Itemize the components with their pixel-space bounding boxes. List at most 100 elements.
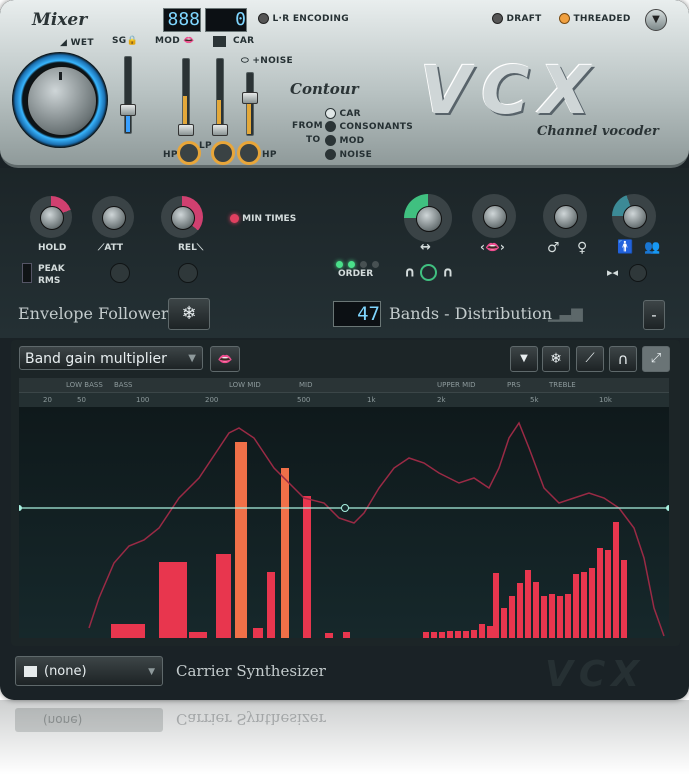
band-bar[interactable] — [509, 596, 515, 638]
band-gain-dropdown[interactable]: Band gain multiplier ▼ — [19, 346, 203, 370]
graph-menu-button[interactable]: ▼ — [510, 346, 538, 372]
band-bar[interactable] — [517, 583, 523, 638]
att-knob-cap — [102, 206, 126, 230]
band-bar[interactable] — [573, 574, 579, 638]
envelope-tool-icon[interactable]: ⟋ — [576, 346, 604, 372]
hp-label: HP — [163, 150, 178, 160]
gain-point-right[interactable] — [666, 505, 669, 511]
band-bar[interactable] — [189, 632, 207, 638]
contour-title: Contour — [290, 80, 359, 98]
vcx-logo: VCX — [420, 52, 601, 129]
draft-led — [492, 13, 503, 24]
band-bar[interactable] — [487, 626, 493, 638]
band-bar[interactable] — [525, 570, 531, 638]
band-bar[interactable] — [589, 568, 595, 638]
contour-mod-option[interactable]: MOD — [325, 135, 364, 146]
band-bar[interactable] — [597, 548, 603, 638]
band-bar[interactable] — [253, 628, 263, 638]
width-knob[interactable] — [629, 264, 647, 282]
band-bar[interactable] — [581, 572, 587, 638]
envelope-title: Envelope Follower — [18, 304, 169, 323]
hp2-knob[interactable] — [237, 141, 261, 165]
noise-label: ⬭ +NOISE — [241, 56, 293, 66]
keyboard-icon — [213, 36, 226, 47]
band-bar[interactable] — [303, 496, 311, 638]
band-graph[interactable]: LOW BASS BASS LOW MID MID UPPER MID PRS … — [19, 378, 669, 638]
check-car — [325, 108, 336, 119]
carrier-selector[interactable]: (none) ▼ — [15, 656, 163, 686]
order-led-3 — [360, 261, 368, 268]
band-gain-dropdown-label: Band gain multiplier — [25, 351, 167, 367]
draft-toggle[interactable]: DRAFT — [492, 13, 542, 24]
shift-arrows-icon: ↔ — [420, 240, 431, 255]
band-bar[interactable] — [423, 632, 429, 638]
band-bar[interactable] — [216, 554, 231, 638]
band-bar[interactable] — [439, 632, 445, 638]
male-icon: ♂ — [547, 240, 560, 256]
band-bar[interactable] — [463, 631, 469, 638]
mixer-panel: Mixer ◢ WET SG🔒 MOD 👄 CAR ⬭ +NOISE HP LP… — [0, 0, 689, 168]
band-bar[interactable] — [325, 633, 333, 638]
band-bar[interactable] — [159, 562, 187, 638]
band-bar[interactable] — [541, 596, 547, 638]
band-bar[interactable] — [235, 442, 247, 638]
band-bar[interactable] — [565, 594, 571, 638]
band-bar[interactable] — [479, 624, 485, 638]
band-bar[interactable] — [533, 582, 539, 638]
lp-label: LP — [199, 141, 212, 151]
band-bar[interactable] — [613, 522, 619, 638]
band-bar[interactable] — [605, 550, 611, 638]
band-bar[interactable] — [447, 631, 453, 638]
width-icon: ▸◂ — [607, 266, 619, 279]
contour-car-option[interactable]: CAR — [325, 108, 361, 119]
band-bar[interactable] — [557, 596, 563, 638]
graph-snowflake-icon[interactable]: ❄ — [542, 346, 570, 372]
band-bar[interactable] — [343, 632, 350, 638]
mixer-display-left: 888 — [163, 8, 201, 32]
check-noise — [325, 149, 336, 160]
sg-slider-handle[interactable] — [120, 104, 136, 116]
band-bar[interactable] — [267, 572, 275, 638]
car-slider-handle[interactable] — [212, 124, 228, 136]
lips-mode-button[interactable]: 👄 — [210, 346, 240, 372]
threaded-toggle[interactable]: THREADED — [559, 13, 631, 24]
hp-knob[interactable] — [177, 141, 201, 165]
band-bar[interactable] — [111, 624, 145, 638]
lips-knob-cap — [483, 205, 507, 229]
bands-count[interactable]: 47 — [333, 301, 381, 327]
threaded-led — [559, 13, 570, 24]
band-bar[interactable] — [621, 560, 627, 638]
snowflake-icon[interactable]: ❄ — [168, 298, 210, 330]
band-bar[interactable] — [501, 608, 507, 638]
min-times-toggle[interactable]: MIN TIMES — [230, 214, 296, 224]
noise-slider-handle[interactable] — [242, 92, 258, 104]
shift-knob-cap — [416, 206, 442, 232]
band-bar[interactable] — [431, 632, 437, 638]
band-bar[interactable] — [471, 630, 477, 638]
band-bar[interactable] — [455, 631, 461, 638]
draw-tool-icon[interactable]: ⤢ — [642, 346, 670, 372]
wet-knob-pointer — [59, 72, 62, 80]
bands-minus-button[interactable]: - — [643, 300, 665, 330]
magnet-icon[interactable]: ∩ — [609, 346, 637, 372]
band-bar[interactable] — [549, 594, 555, 638]
rel-label: REL⟍ — [178, 243, 204, 253]
att-shape-knob[interactable] — [110, 263, 130, 283]
gender-knob-cap — [554, 205, 578, 229]
band-bar[interactable] — [281, 468, 289, 638]
lr-encoding-toggle[interactable]: L·R ENCODING — [258, 13, 349, 24]
peak-rms-switch[interactable] — [22, 263, 32, 283]
order-led-4 — [372, 261, 380, 268]
gain-point-left[interactable] — [19, 505, 22, 511]
rel-shape-knob[interactable] — [178, 263, 198, 283]
lp-knob[interactable] — [211, 141, 235, 165]
mod-slider-handle[interactable] — [178, 124, 194, 136]
menu-icon[interactable]: ▼ — [645, 9, 667, 31]
contour-consonants-option[interactable]: CONSONANTS — [325, 121, 413, 132]
gain-point-mid[interactable] — [341, 504, 349, 512]
band-bar[interactable] — [493, 573, 499, 638]
peak-rms-labels: PEAK RMS — [38, 264, 65, 286]
contour-noise-option[interactable]: NOISE — [325, 149, 372, 160]
unison-knob-cap — [623, 205, 647, 229]
graph-canvas[interactable] — [19, 378, 669, 638]
